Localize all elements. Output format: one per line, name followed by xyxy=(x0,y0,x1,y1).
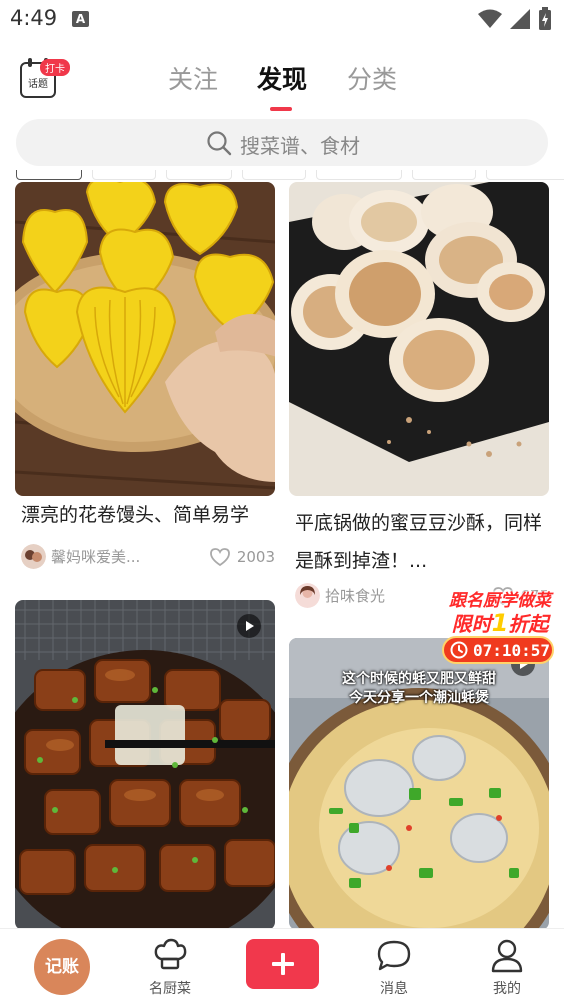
tab-discover[interactable]: 发现 xyxy=(257,60,307,96)
author-avatar xyxy=(295,583,320,608)
nav-ledger[interactable]: 记账 xyxy=(6,929,106,1004)
filter-chip[interactable] xyxy=(92,170,156,180)
recipe-image xyxy=(289,182,549,496)
feed-tabs: 关注 发现 分类 xyxy=(0,60,564,111)
notification-icon: A xyxy=(72,11,89,27)
promo-discount-number: 1 xyxy=(491,609,509,637)
promo-discount-prefix: 限时 xyxy=(451,612,492,636)
video-caption-line: 这个时候的蚝又肥又鲜甜 xyxy=(342,671,496,687)
author-avatar xyxy=(21,544,46,569)
nav-label: 消息 xyxy=(380,981,408,997)
clock-icon xyxy=(450,641,468,659)
nav-messages[interactable]: 消息 xyxy=(344,929,444,1004)
filter-chip[interactable] xyxy=(316,170,402,180)
promo-discount: 限时1折起 xyxy=(440,608,560,637)
recipe-video-thumbnail xyxy=(15,600,275,928)
wifi-icon xyxy=(478,9,502,28)
recipe-meta: 馨妈咪爱美... 2003 xyxy=(21,544,275,570)
video-play-icon xyxy=(237,614,261,638)
countdown-time: 07:10:57 xyxy=(473,640,551,660)
add-recipe-button[interactable] xyxy=(246,939,319,989)
chef-hat-icon xyxy=(154,938,187,970)
like-button[interactable]: 2003 xyxy=(209,544,275,570)
filter-chip[interactable] xyxy=(16,170,82,180)
status-bar: 4:49 A xyxy=(0,0,564,40)
tab-categories[interactable]: 分类 xyxy=(347,60,397,96)
search-placeholder: 搜菜谱、食材 xyxy=(240,134,360,158)
filter-chip[interactable] xyxy=(242,170,306,180)
filter-chip[interactable] xyxy=(166,170,232,180)
search-bar[interactable]: 搜菜谱、食材 xyxy=(16,119,548,166)
battery-icon xyxy=(539,7,551,30)
recipe-title: 漂亮的花卷馒头、简单易学 xyxy=(21,504,250,526)
recipe-card[interactable]: 平底锅做的蜜豆豆沙酥，同样是酥到掉渣！... 拾味食光 675 xyxy=(289,182,549,622)
promo-countdown: 07:10:57 xyxy=(442,636,554,664)
tab-following[interactable]: 关注 xyxy=(168,60,218,96)
bottom-navigation: 记账 名厨菜 消息 我的 xyxy=(0,928,564,1004)
signal-icon xyxy=(510,9,530,29)
author-name: 馨妈咪爱美... xyxy=(51,548,141,566)
search-icon xyxy=(207,131,232,156)
user-icon xyxy=(491,939,523,973)
recipe-title: 平底锅做的蜜豆豆沙酥，同样是酥到掉渣！... xyxy=(295,512,543,572)
recipe-card[interactable]: 这个时候的蚝又肥又鲜甜 今天分享一个潮汕蚝煲 xyxy=(289,638,549,928)
chat-bubble-icon xyxy=(377,940,411,971)
promo-discount-suffix: 折起 xyxy=(508,612,549,636)
author-name: 拾味食光 xyxy=(325,587,386,605)
nav-profile[interactable]: 我的 xyxy=(457,929,557,1004)
promo-banner[interactable]: 跟名厨学做菜 限时1折起 07:10:57 xyxy=(440,586,560,666)
recipe-card[interactable]: 漂亮的花卷馒头、简单易学 馨妈咪爱美... 2003 xyxy=(15,182,275,582)
heart-icon xyxy=(209,548,230,567)
status-time: 4:49 xyxy=(10,6,58,30)
recipe-feed: 漂亮的花卷馒头、简单易学 馨妈咪爱美... 2003 平底锅做的蜜豆豆沙酥，同样… xyxy=(0,182,564,928)
ledger-icon: 记账 xyxy=(34,939,90,995)
recipe-image xyxy=(15,182,275,496)
recipe-video-thumbnail: 这个时候的蚝又肥又鲜甜 今天分享一个潮汕蚝煲 xyxy=(289,638,549,928)
nav-label: 我的 xyxy=(493,981,521,997)
nav-label: 名厨菜 xyxy=(149,981,191,997)
filter-chip-strip xyxy=(16,170,564,180)
active-tab-indicator xyxy=(270,107,292,111)
like-count: 2003 xyxy=(236,548,275,566)
top-header: 话题 打卡 关注 发现 分类 xyxy=(0,50,564,111)
status-icons xyxy=(478,6,552,32)
filter-chip[interactable] xyxy=(486,170,564,180)
video-caption-line: 今天分享一个潮汕蚝煲 xyxy=(349,690,489,706)
nav-chef-recipes[interactable]: 名厨菜 xyxy=(120,929,220,1004)
recipe-card[interactable] xyxy=(15,600,275,928)
filter-chip[interactable] xyxy=(412,170,476,180)
